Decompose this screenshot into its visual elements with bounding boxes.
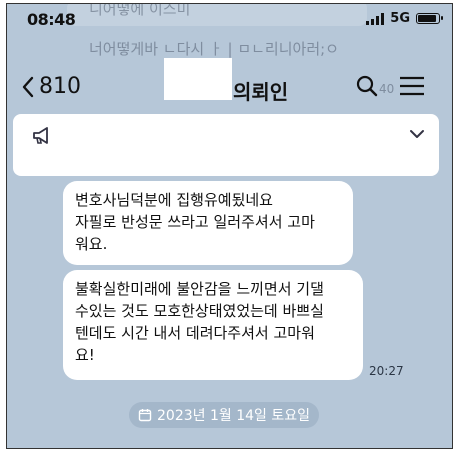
message-line: 자필로 반성문 쓰라고 일러주셔서 고마 — [75, 213, 315, 231]
ghost-text-2: 너어떻게바 ㄴ다시 ㅏ | ㅁㄴ리니아러;ㅇ — [89, 40, 339, 58]
message-bubble[interactable]: 변호사님덕분에 집행유예됬네요 자필로 반성문 쓰라고 일러주셔서 고마 워요. — [63, 181, 353, 265]
redacted-name — [164, 58, 232, 100]
message-line: 불확실한미래에 불안감을 느끼면서 기댈 — [75, 280, 324, 298]
date-label: 2023년 1월 14일 토요일 — [157, 408, 310, 424]
unread-count: 810 — [39, 74, 81, 99]
signal-icon — [366, 12, 385, 25]
chat-window: 니어떻에 이스미 너어떻게바 ㄴ다시 ㅏ | ㅁㄴ리니아러;ㅇ 40 08:48… — [6, 3, 453, 449]
chevron-down-icon[interactable] — [409, 128, 425, 140]
message-line: 텐데도 시간 내서 데려다주셔서 고마워 — [75, 324, 315, 342]
megaphone-icon — [33, 127, 48, 144]
message-line: 수있는 것도 모호한상태였었는데 바쁘실 — [75, 302, 324, 320]
back-button[interactable]: 810 — [21, 74, 81, 99]
message-line: 워요. — [75, 235, 108, 253]
status-bar: 08:48 5G — [7, 4, 452, 34]
chat-title: 의뢰인 — [233, 80, 289, 104]
notice-bar[interactable] — [13, 114, 439, 176]
message-line: 변호사님덕분에 집행유예됬네요 — [75, 191, 273, 209]
menu-icon[interactable] — [399, 74, 425, 98]
message-line: 요! — [75, 346, 95, 364]
status-time: 08:48 — [27, 10, 76, 29]
status-indicators: 5G — [366, 11, 443, 26]
calendar-icon — [138, 409, 152, 422]
date-divider: 2023년 1월 14일 토요일 — [129, 402, 319, 428]
search-icon[interactable] — [355, 74, 379, 98]
battery-icon — [416, 13, 443, 24]
chevron-left-icon — [22, 76, 34, 97]
message-bubble[interactable]: 불확실한미래에 불안감을 느끼면서 기댈 수있는 것도 모호한상태였었는데 바쁘… — [63, 270, 363, 380]
network-label: 5G — [390, 11, 410, 26]
message-time: 20:27 — [369, 364, 404, 378]
